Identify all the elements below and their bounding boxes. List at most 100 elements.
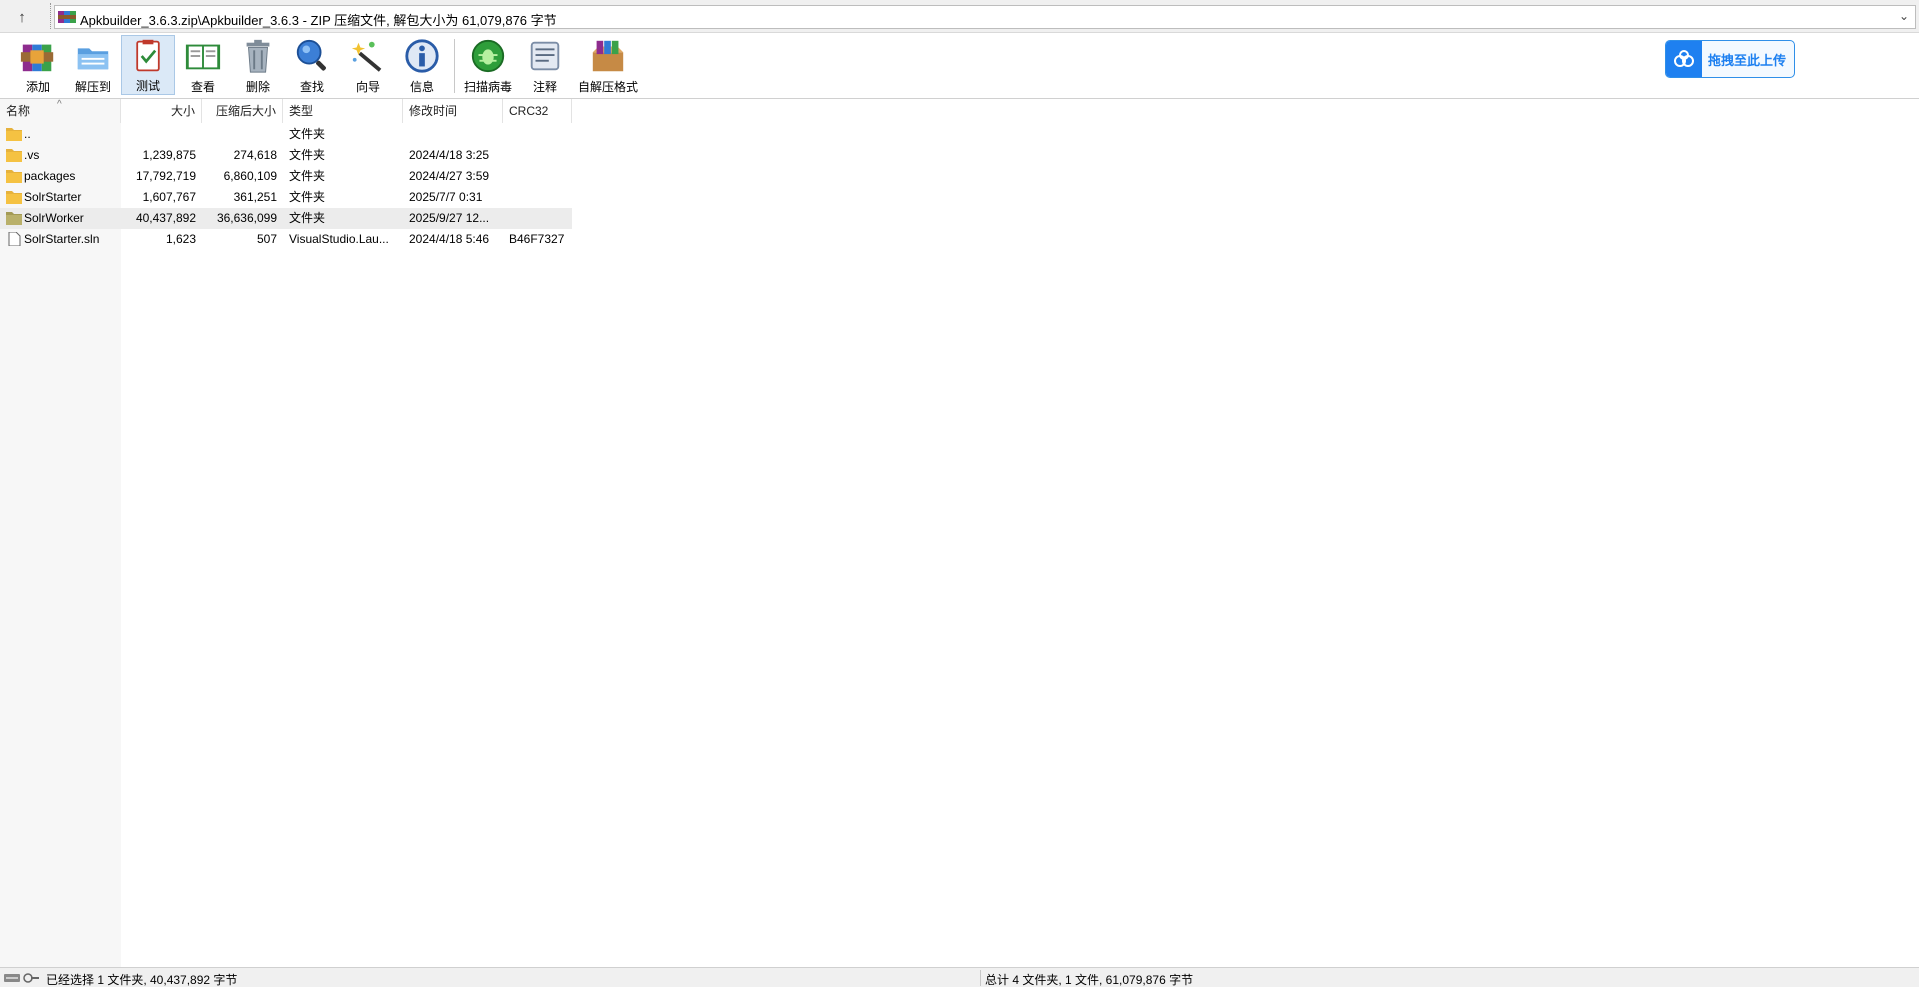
- file-icon: [8, 232, 21, 246]
- file-size: 17,792,719: [135, 169, 196, 183]
- test-button[interactable]: 测试: [121, 35, 175, 95]
- file-name-text: ..: [24, 127, 31, 141]
- scan-virus-button-label: 扫描病毒: [463, 80, 512, 94]
- file-type: VisualStudio.Lau...: [289, 232, 389, 246]
- file-type: 文件夹: [289, 127, 326, 141]
- extract-to-button[interactable]: 解压到: [70, 35, 116, 95]
- file-crc: [503, 208, 572, 229]
- add-button[interactable]: 添加: [18, 35, 58, 95]
- folder-icon: [6, 191, 22, 204]
- file-size: 40,437,892: [135, 211, 196, 225]
- status-divider: [980, 970, 981, 986]
- extract-to-button-label: 解压到: [74, 80, 111, 94]
- table-row[interactable]: .vs 1,239,875 274,618 文件夹 2024/4/18 3:25: [0, 145, 572, 166]
- cloud-upload-label: 拖拽至此上传: [1708, 52, 1787, 68]
- folder-icon: [6, 149, 22, 162]
- file-crc: [503, 145, 572, 166]
- delete-button[interactable]: 删除: [238, 35, 278, 95]
- file-size: 1,239,875: [142, 148, 196, 162]
- info-icon: [405, 39, 439, 73]
- file-list[interactable]: 名称 ^ 大小 压缩后大小 类型 修改时间 CRC32 .. 文件夹 .vs 1,23…: [0, 99, 1919, 967]
- file-size: 1,623: [165, 232, 196, 246]
- info-button-label: 信息: [409, 80, 434, 94]
- sfx-button[interactable]: 自解压格式: [577, 35, 639, 95]
- file-packed-size: 6,860,109: [223, 169, 277, 183]
- add-archive-icon: [20, 44, 54, 72]
- table-row[interactable]: .. 文件夹: [0, 124, 572, 145]
- trash-icon: [246, 39, 270, 73]
- toolbar: 添加 解压到 测试 查看 删除 查找 向导 信息 扫描病毒 注释 自解压格式 拖…: [0, 33, 1919, 99]
- up-arrow-icon: ↑: [18, 8, 26, 26]
- file-crc: [503, 187, 572, 208]
- file-type: 文件夹: [289, 148, 326, 162]
- bug-shield-icon: [471, 39, 505, 73]
- file-name: packages: [0, 166, 121, 187]
- test-button-label: 测试: [135, 79, 160, 93]
- cloud-upload-button[interactable]: 拖拽至此上传: [1665, 40, 1795, 78]
- table-row[interactable]: SolrWorker 40,437,892 36,636,099 文件夹 2025/9/…: [0, 208, 572, 229]
- wand-icon: [351, 41, 382, 72]
- column-header-crc[interactable]: CRC32: [503, 99, 572, 123]
- file-type: 文件夹: [289, 169, 326, 183]
- file-modified: 2024/4/18 5:46: [409, 232, 490, 246]
- wizard-button-label: 向导: [355, 80, 380, 94]
- comment-button[interactable]: 注释: [525, 35, 565, 95]
- file-modified: 2024/4/27 3:59: [409, 169, 490, 183]
- address-path-text: Apkbuilder_3.6.3.zip\Apkbuilder_3.6.3 - …: [80, 13, 557, 28]
- table-row[interactable]: packages 17,792,719 6,860,109 文件夹 2024/4/27 …: [0, 166, 572, 187]
- scan-virus-button[interactable]: 扫描病毒: [463, 35, 513, 95]
- column-header-name[interactable]: 名称 ^: [0, 99, 121, 123]
- sort-arrow-icon: ^: [57, 99, 62, 110]
- file-packed-size: 361,251: [233, 190, 277, 204]
- folder-icon: [6, 170, 22, 183]
- view-icon: [185, 44, 221, 70]
- status-selection-text: 已经选择 1 文件夹, 40,437,892 字节: [46, 973, 238, 987]
- address-path-field[interactable]: Apkbuilder_3.6.3.zip\Apkbuilder_3.6.3 - …: [54, 5, 1916, 29]
- column-header-type[interactable]: 类型: [283, 99, 403, 123]
- toolbar-separator: [454, 39, 455, 93]
- winrar-archive-icon: [58, 11, 76, 23]
- file-name: ..: [0, 124, 121, 145]
- file-name-text: .vs: [24, 148, 40, 162]
- address-bar: ↑ Apkbuilder_3.6.3.zip\Apkbuilder_3.6.3 …: [0, 0, 1919, 33]
- table-row[interactable]: SolrStarter 1,607,767 361,251 文件夹 2025/7/7 0…: [0, 187, 572, 208]
- file-crc: [503, 166, 572, 187]
- view-button[interactable]: 查看: [182, 35, 224, 95]
- file-packed-size: [202, 124, 283, 145]
- delete-button-label: 删除: [245, 80, 270, 94]
- file-name-text: SolrStarter: [24, 190, 82, 204]
- comment-icon: [530, 41, 560, 71]
- folder-icon: [6, 128, 22, 141]
- file-modified: 2025/7/7 0:31: [409, 190, 483, 204]
- column-header: 名称 ^ 大小 压缩后大小 类型 修改时间 CRC32: [0, 99, 572, 123]
- file-crc: [503, 124, 572, 145]
- column-header-packed[interactable]: 压缩后大小: [202, 99, 283, 123]
- info-button[interactable]: 信息: [402, 35, 442, 95]
- sfx-button-label: 自解压格式: [577, 80, 638, 94]
- folder-icon: [6, 212, 22, 225]
- file-packed-size: 274,618: [233, 148, 277, 162]
- file-name-text: SolrWorker: [24, 211, 84, 225]
- up-arrow-button[interactable]: ↑: [6, 5, 38, 29]
- file-modified: 2025/9/27 12...: [409, 211, 490, 225]
- status-bar: 已经选择 1 文件夹, 40,437,892 字节 总计 4 文件夹, 1 文件…: [0, 967, 1919, 987]
- file-packed-size: 507: [256, 232, 277, 246]
- file-name: SolrStarter.sln: [0, 229, 121, 250]
- file-packed-size: 36,636,099: [216, 211, 277, 225]
- file-size: 1,607,767: [142, 190, 196, 204]
- add-button-label: 添加: [25, 80, 50, 94]
- wizard-button[interactable]: 向导: [348, 35, 388, 95]
- find-button[interactable]: 查找: [292, 35, 332, 95]
- file-type: 文件夹: [289, 190, 326, 204]
- sfx-icon: [592, 40, 624, 72]
- file-modified: [403, 124, 503, 145]
- chevron-down-icon[interactable]: ⌄: [1899, 9, 1909, 23]
- file-name: .vs: [0, 145, 121, 166]
- file-crc: B46F7327: [509, 232, 565, 246]
- column-header-modified[interactable]: 修改时间: [403, 99, 503, 123]
- file-modified: 2024/4/18 3:25: [409, 148, 490, 162]
- file-name: SolrWorker: [0, 208, 121, 229]
- table-row[interactable]: SolrStarter.sln 1,623 507 VisualStudio.Lau.…: [0, 229, 572, 250]
- column-header-size[interactable]: 大小: [121, 99, 202, 123]
- file-name-text: packages: [24, 169, 76, 183]
